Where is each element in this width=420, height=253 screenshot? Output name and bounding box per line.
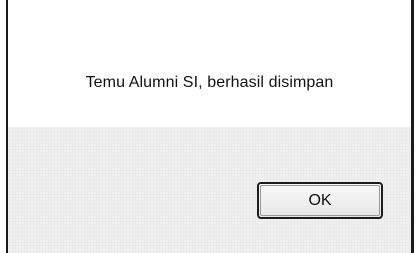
message-dialog: Temu Alumni SI, berhasil disimpan OK bbox=[0, 0, 420, 253]
dialog-right-border bbox=[411, 0, 414, 253]
message-area: Temu Alumni SI, berhasil disimpan bbox=[8, 0, 411, 127]
ok-button-label: OK bbox=[308, 191, 332, 209]
dialog-message: Temu Alumni SI, berhasil disimpan bbox=[85, 74, 334, 91]
button-area: OK bbox=[8, 127, 411, 253]
ok-button[interactable]: OK bbox=[257, 182, 383, 219]
